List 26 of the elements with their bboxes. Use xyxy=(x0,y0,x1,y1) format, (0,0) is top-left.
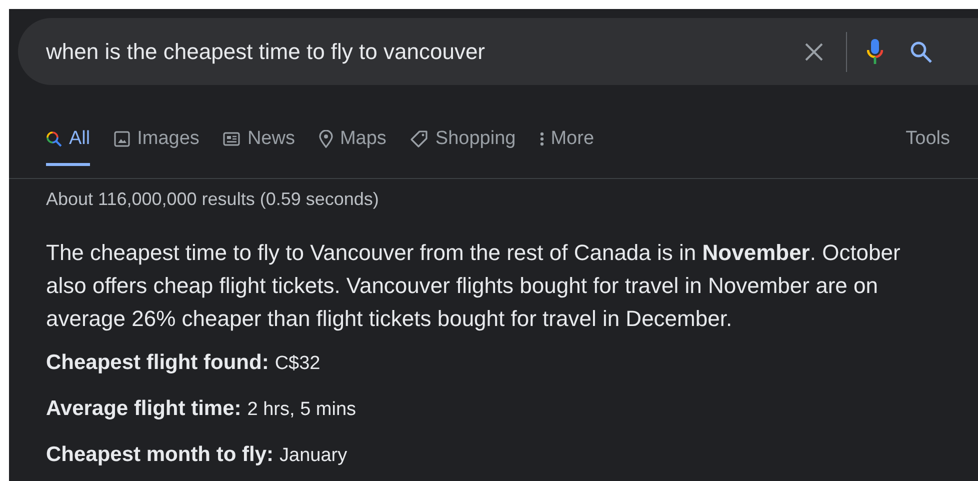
microphone-icon[interactable] xyxy=(867,38,883,64)
answer-snippet: The cheapest time to fly to Vancouver from the rest of Canada is in November. October also offers cheap flight tickets. Vancouver flights bought for travel in November are on average 26% cheaper than flight tickets bought for travel in December. xyxy=(46,239,902,333)
search-icon xyxy=(46,131,62,147)
fact-label: Average flight time: xyxy=(46,397,242,420)
newspaper-icon xyxy=(223,132,240,146)
tag-icon xyxy=(410,130,428,148)
close-icon[interactable] xyxy=(804,42,824,62)
search-tab[interactable]: News xyxy=(223,115,295,166)
result-stats: About 116,000,000 results (0.59 seconds) xyxy=(46,189,380,210)
search-tab[interactable]: Images xyxy=(114,115,200,166)
fact-value: C$32 xyxy=(274,353,320,374)
search-tab[interactable]: Maps xyxy=(318,115,386,166)
more-icon xyxy=(540,131,544,147)
fact-value: January xyxy=(280,445,348,466)
tools-button[interactable]: Tools xyxy=(906,115,950,166)
search-tab[interactable]: Shopping xyxy=(410,115,516,166)
fact-label: Cheapest month to fly: xyxy=(46,443,274,466)
search-tab[interactable]: All xyxy=(46,115,90,166)
search-tab[interactable]: More xyxy=(540,115,594,166)
location-pin-icon xyxy=(318,130,333,148)
search-bar[interactable]: when is the cheapest time to fly to vancouver xyxy=(18,18,978,85)
fact-label: Cheapest flight found: xyxy=(46,351,269,374)
fact-value: 2 hrs, 5 mins xyxy=(247,399,356,420)
search-field[interactable]: when is the cheapest time to fly to vancouver xyxy=(46,38,786,64)
search-icon[interactable] xyxy=(909,40,933,64)
image-icon xyxy=(114,131,130,147)
